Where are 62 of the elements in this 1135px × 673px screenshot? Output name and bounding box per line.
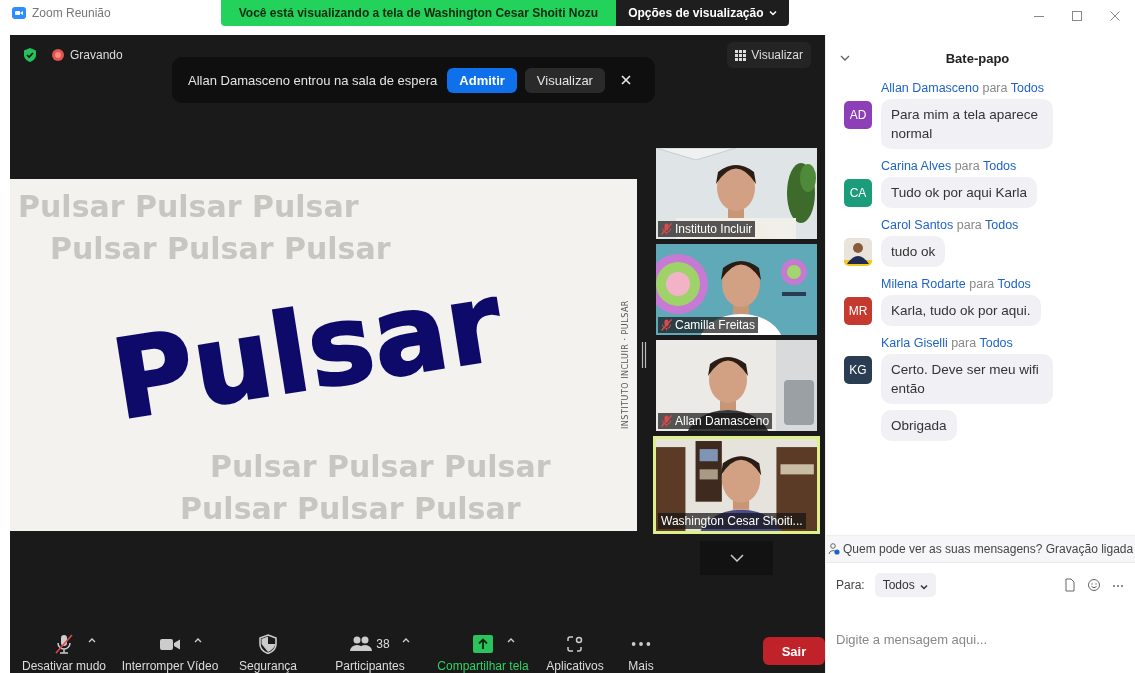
participants-button[interactable]: 38 Participantes (335, 633, 405, 673)
avatar: CA (844, 179, 872, 207)
slide-side-note: INSTITUTO INCLUIR · PULSAR (621, 300, 630, 429)
participant-name: Camilla Freitas (675, 317, 755, 332)
collapse-button[interactable] (840, 54, 850, 62)
slide-title: Pulsar (104, 257, 510, 445)
app-logo-icon (12, 7, 26, 19)
view-button[interactable]: Visualizar (524, 67, 605, 93)
recipient-dropdown[interactable]: Todos (874, 573, 936, 597)
file-icon[interactable] (1063, 578, 1077, 592)
chat-bubble: Obrigada (881, 410, 957, 441)
more-icon (631, 641, 651, 647)
caret-icon (402, 637, 410, 643)
message-header: Carol Santos para Todos (881, 218, 1020, 232)
chat-bubble: tudo ok (881, 236, 946, 267)
grid-icon (735, 49, 747, 61)
close-icon (620, 75, 631, 85)
caret-icon (768, 9, 777, 17)
chat-bubble: Para mim a tela aparece normal (881, 99, 1053, 149)
close-icon (1109, 10, 1121, 22)
share-banner: Você está visualizando a tela de Washington Cesar Shoiti Nozu (220, 0, 617, 26)
chat-bubble: Tudo ok por aqui Karla (881, 177, 1038, 208)
admit-button[interactable]: Admitir (447, 67, 517, 93)
more-button[interactable]: Mais (628, 633, 654, 673)
people-icon (828, 543, 840, 555)
caret-icon (88, 637, 96, 643)
avatar: MR (844, 297, 872, 325)
view-options-button[interactable]: Opções de visualização (616, 0, 789, 26)
avatar: AD (844, 101, 872, 129)
chat-title: Bate-papo (944, 50, 1011, 66)
resize-handle-icon[interactable] (641, 342, 647, 368)
participant-name: Washington Cesar Shoiti... (661, 513, 803, 528)
participant-name: Instituto Incluir (675, 221, 753, 236)
apps-button[interactable]: Aplicativos (546, 633, 604, 673)
participant-name: Allan Damasceno (675, 413, 770, 428)
emoji-icon[interactable] (1087, 578, 1101, 592)
message-header: Carina Alves para Todos (881, 159, 1018, 173)
video-button[interactable]: Interromper Vídeo (121, 633, 219, 673)
chat-bubble: Certo. Deve ser meu wifi então (881, 354, 1053, 404)
caret-icon (507, 637, 515, 643)
recording-label: Gravando (70, 48, 123, 62)
chat-bubble: Karla, tudo ok por aqui. (881, 295, 1041, 326)
to-label: Para: (836, 578, 865, 592)
privacy-note: Quem pode ver as suas mensagens? Gravação ligada (843, 542, 1134, 556)
leave-button[interactable]: Sair (763, 637, 825, 665)
security-button[interactable]: Segurança (238, 633, 297, 673)
share-screen-button[interactable]: Compartilhar tela (437, 633, 529, 673)
chevron-down-icon (840, 54, 850, 62)
view-button[interactable]: Visualizar (727, 42, 811, 68)
message-header: Karla Giselli para Todos (881, 336, 1014, 350)
shield-icon (257, 634, 279, 654)
maximize-icon (1071, 10, 1083, 22)
message-header: Milena Rodarte para Todos (881, 277, 1032, 291)
caret-icon (194, 637, 202, 643)
message-header: Allan Damasceno para Todos (881, 81, 1046, 95)
window-title: Zoom Reunião (32, 6, 111, 20)
avatar: KG (844, 356, 872, 384)
caret-icon (919, 582, 928, 591)
people-icon (350, 634, 373, 654)
chevron-down-icon (729, 553, 744, 562)
notification-text: Allan Damasceno entrou na sala de espera (188, 72, 438, 88)
mute-button[interactable]: Desativar mudo (21, 633, 106, 673)
